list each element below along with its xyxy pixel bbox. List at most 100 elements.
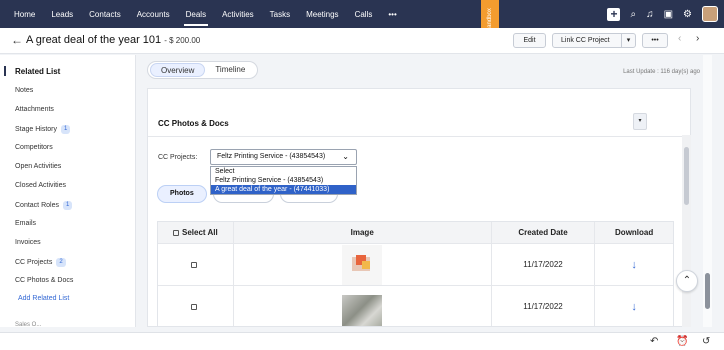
previous-record-icon[interactable]: ‹ <box>678 33 681 44</box>
sidebar-item-competitors[interactable]: Competitors <box>15 144 53 151</box>
download-icon[interactable]: ↓ <box>631 301 637 313</box>
undo-icon[interactable]: ↶ <box>650 336 658 347</box>
nav-item-meetings[interactable]: Meetings <box>298 0 346 28</box>
dropdown-option-select[interactable]: Select <box>211 167 356 176</box>
table-row: 11/17/2022 ↓ <box>158 286 673 326</box>
chevron-down-icon: ⌄ <box>342 152 349 161</box>
calendar-icon[interactable]: ▣ <box>664 9 673 20</box>
scroll-to-top-button[interactable]: ⌃ <box>676 270 698 292</box>
tab-overview[interactable]: Overview <box>150 63 206 77</box>
count-badge: 2 <box>56 258 66 267</box>
section-toggle-button[interactable]: ▾ <box>633 113 647 130</box>
panel-scrollbar[interactable] <box>682 135 691 327</box>
edit-button[interactable]: Edit <box>513 33 546 48</box>
next-record-icon[interactable]: › <box>696 33 699 44</box>
sidebar-item-cc-projects[interactable]: CC Projects 2 <box>15 258 66 267</box>
row-checkbox-cell <box>158 244 234 285</box>
nav-item-calls[interactable]: Calls <box>347 0 381 28</box>
nav-item-contacts[interactable]: Contacts <box>81 0 129 28</box>
history-icon[interactable]: ↺ <box>702 336 710 347</box>
download-cell: ↓ <box>595 286 673 326</box>
photo-thumbnail[interactable] <box>342 244 383 285</box>
photos-table: Select All Image Created Date Download 1… <box>157 221 674 326</box>
sidebar-item-label: Closed Activities <box>15 182 66 189</box>
link-cc-project-label: Link CC Project <box>561 37 610 44</box>
chevron-down-icon[interactable]: ▾ <box>621 33 635 48</box>
sidebar-item-label: Emails <box>15 220 37 227</box>
image-cell <box>234 286 492 326</box>
avatar[interactable] <box>702 6 718 22</box>
sidebar-item-emails[interactable]: Emails <box>15 220 36 227</box>
active-indicator <box>4 66 6 76</box>
dropdown-option-great-deal[interactable]: A great deal of the year - (47441033) <box>211 185 356 194</box>
plus-icon[interactable]: + <box>607 7 621 21</box>
tab-timeline[interactable]: Timeline <box>205 63 255 77</box>
sidebar-item-label: Open Activities <box>15 163 62 170</box>
select-all-header[interactable]: Select All <box>158 222 234 243</box>
created-date-cell: 11/17/2022 <box>492 244 596 285</box>
deal-name: A great deal of the year 101 <box>26 34 162 46</box>
sidebar-item-label: Invoices <box>15 239 41 246</box>
page-scrollbar[interactable] <box>703 55 712 327</box>
sidebar-item-attachments[interactable]: Attachments <box>15 106 54 113</box>
sidebar-item-label: Notes <box>15 87 34 94</box>
nav-more-button[interactable]: ••• <box>380 0 404 28</box>
add-related-list-link[interactable]: Add Related List <box>18 295 69 302</box>
nav-item-home[interactable]: Home <box>0 0 43 28</box>
nav-item-activities[interactable]: Activities <box>214 0 262 28</box>
section-title: CC Photos & Docs <box>158 119 229 128</box>
nav-item-accounts[interactable]: Accounts <box>129 0 178 28</box>
back-arrow-icon[interactable]: ← <box>11 33 23 47</box>
page-scrollbar-thumb[interactable] <box>705 273 710 309</box>
alarm-icon[interactable]: ⏰ <box>676 336 688 347</box>
nav-item-tasks[interactable]: Tasks <box>262 0 298 28</box>
bottom-toolbar: ↶ ⏰ ↺ <box>0 332 724 350</box>
row-checkbox[interactable] <box>190 261 197 268</box>
subtab-photos[interactable]: Photos <box>157 185 207 203</box>
select-value: Feltz Printing Service - (43854543) <box>217 153 326 160</box>
bell-icon[interactable]: ♫ <box>646 9 654 20</box>
row-checkbox[interactable] <box>190 303 197 310</box>
search-icon[interactable]: ⌕ <box>630 9 636 20</box>
table-row: 11/17/2022 ↓ <box>158 244 673 286</box>
sidebar-item-label: Stage History <box>15 126 58 133</box>
photo-thumbnail[interactable] <box>342 294 383 326</box>
header-label: Select All <box>181 228 218 237</box>
sidebar-item-label: Attachments <box>15 106 54 113</box>
more-actions-button[interactable]: ••• <box>642 33 668 48</box>
select-all-checkbox[interactable] <box>172 229 179 236</box>
row-checkbox-cell <box>158 286 234 326</box>
record-header: ← A great deal of the year 101 - $ 200.0… <box>0 28 724 54</box>
view-tabs: Overview Timeline <box>147 61 259 79</box>
count-badge: 1 <box>62 201 73 210</box>
related-list-title[interactable]: Related List <box>15 67 60 76</box>
created-date-cell: 11/17/2022 <box>492 286 596 326</box>
nav-item-deals[interactable]: Deals <box>178 0 214 28</box>
sidebar-item-open-activities[interactable]: Open Activities <box>15 163 61 170</box>
sidebar-item-notes[interactable]: Notes <box>15 87 33 94</box>
dropdown-option-feltz[interactable]: Feltz Printing Service - (43854543) <box>211 176 356 185</box>
sidebar-item-contact-roles[interactable]: Contact Roles 1 <box>15 201 73 210</box>
sidebar-item-closed-activities[interactable]: Closed Activities <box>15 182 66 189</box>
sidebar-item-invoices[interactable]: Invoices <box>15 239 41 246</box>
top-icons: + ⌕ ♫ ▣ ⚙ <box>607 0 718 28</box>
panel-scrollbar-thumb[interactable] <box>684 147 689 205</box>
download-icon[interactable]: ↓ <box>631 259 637 271</box>
created-date-header: Created Date <box>492 222 596 243</box>
last-update-text: Last Update : 116 day(s) ago <box>623 69 700 75</box>
sidebar-item-stage-history[interactable]: Stage History 1 <box>15 125 71 134</box>
nav-item-leads[interactable]: Leads <box>43 0 81 28</box>
link-cc-project-button[interactable]: Link CC Project ▾ <box>552 33 636 48</box>
sidebar-item-label: Competitors <box>15 144 53 151</box>
download-header: Download <box>615 228 654 237</box>
cc-projects-label: CC Projects: <box>158 154 198 161</box>
sidebar-item-label: CC Projects <box>15 259 53 266</box>
gear-icon[interactable]: ⚙ <box>683 9 692 20</box>
count-badge: 1 <box>61 125 71 134</box>
sidebar-section-peek: Sales O... <box>15 322 42 328</box>
sidebar-item-cc-photos-docs[interactable]: CC Photos & Docs <box>15 277 73 284</box>
related-list-sidebar: Related List Notes Attachments Stage His… <box>0 55 136 327</box>
sidebar-item-label: Contact Roles <box>15 202 59 209</box>
cc-projects-dropdown: Select Feltz Printing Service - (4385454… <box>210 166 357 195</box>
cc-projects-select[interactable]: Feltz Printing Service - (43854543) ⌄ <box>210 149 357 165</box>
